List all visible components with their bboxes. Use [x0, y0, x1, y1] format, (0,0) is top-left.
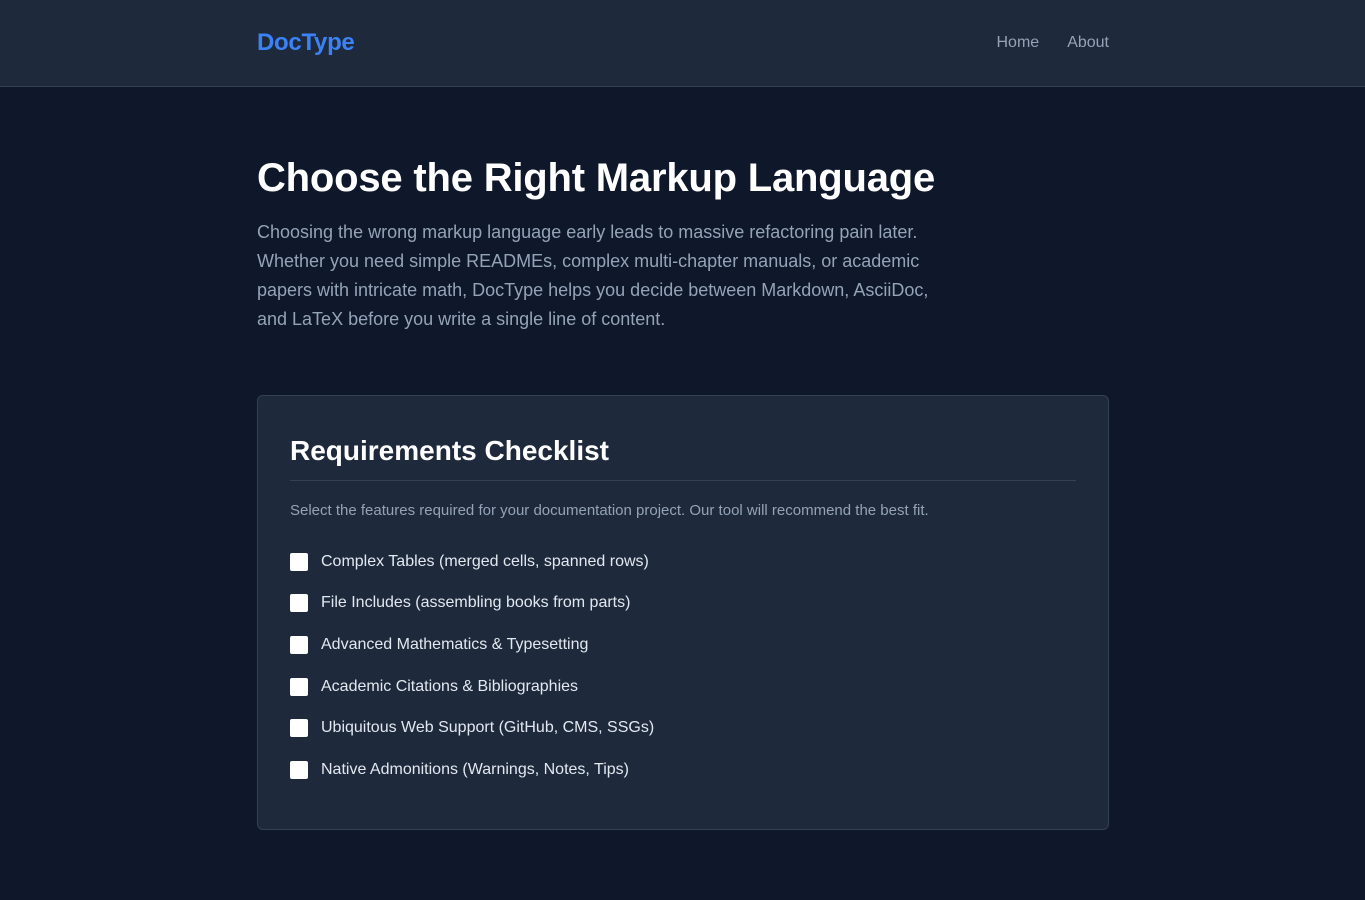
checklist-item-advanced-math[interactable]: Advanced Mathematics & Typesetting [290, 624, 1076, 666]
nav-link-home[interactable]: Home [997, 34, 1040, 52]
page-title: Choose the Right Markup Language [257, 156, 936, 200]
checklist-item-label: Ubiquitous Web Support (GitHub, CMS, SSG… [321, 719, 655, 737]
checkbox[interactable] [290, 594, 308, 613]
checklist-item-academic-citations[interactable]: Academic Citations & Bibliographies [290, 666, 1076, 708]
checklist-item-label: Native Admonitions (Warnings, Notes, Tip… [321, 760, 629, 778]
nav-link-about[interactable]: About [1067, 34, 1109, 52]
checklist-description: Select the features required for your do… [290, 502, 929, 519]
checklist-item-admonitions[interactable]: Native Admonitions (Warnings, Notes, Tip… [290, 749, 1076, 791]
checklist-item-web-support[interactable]: Ubiquitous Web Support (GitHub, CMS, SSG… [290, 707, 1076, 749]
main-nav: Home About [997, 34, 1110, 52]
checkbox[interactable] [290, 677, 308, 696]
checklist-item-complex-tables[interactable]: Complex Tables (merged cells, spanned ro… [290, 541, 1076, 583]
checkbox[interactable] [290, 760, 308, 779]
hero-section: Choose the Right Markup Language Choosin… [257, 152, 957, 334]
checklist-item-label: Complex Tables (merged cells, spanned ro… [321, 552, 649, 570]
checklist-item-label: File Includes (assembling books from par… [321, 594, 631, 612]
brand-logo[interactable]: DocType [257, 29, 355, 57]
checkbox[interactable] [290, 719, 308, 738]
checklist-item-label: Advanced Mathematics & Typesetting [321, 635, 589, 653]
checkbox[interactable] [290, 635, 308, 654]
checklist-title: Requirements Checklist [290, 434, 1076, 481]
checklist-item-label: Academic Citations & Bibliographies [321, 677, 579, 695]
checklist: Complex Tables (merged cells, spanned ro… [290, 541, 1076, 791]
top-navbar: DocType Home About [0, 0, 1365, 87]
navbar-inner: DocType Home About [257, 0, 1109, 86]
checklist-item-file-includes[interactable]: File Includes (assembling books from par… [290, 583, 1076, 625]
requirements-card: Requirements Checklist Select the featur… [257, 395, 1109, 830]
hero-description: Choosing the wrong markup language early… [257, 222, 929, 329]
checkbox[interactable] [290, 552, 308, 571]
